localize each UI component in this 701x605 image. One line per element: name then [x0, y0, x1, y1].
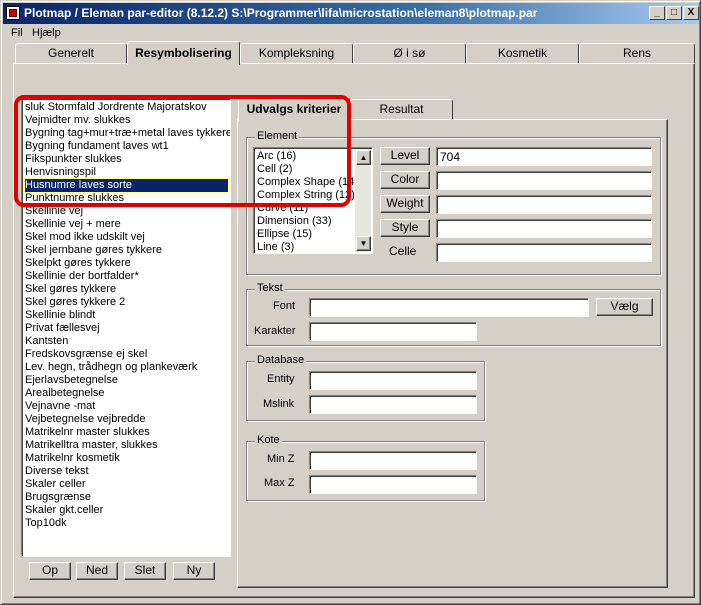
list-item[interactable]: Skel gøres tykkere: [25, 283, 116, 296]
element-group-legend: Element: [255, 130, 300, 142]
up-button[interactable]: Op: [29, 562, 71, 580]
list-item[interactable]: Vejmidter mv. slukkes: [25, 114, 131, 127]
minz-label: Min Z: [267, 453, 295, 465]
element-type-listbox[interactable]: Arc (16) Cell (2) Complex Shape (14 Comp…: [253, 147, 373, 254]
tab-kosmetik[interactable]: Kosmetik: [466, 43, 579, 63]
rules-listbox[interactable]: sluk Stormfald Jordrente Majoratskov Vej…: [21, 98, 231, 557]
menu-hjaelp[interactable]: Hjælp: [32, 27, 61, 39]
new-button[interactable]: Ny: [173, 562, 215, 580]
choose-font-button[interactable]: Vælg: [596, 298, 653, 316]
tab-resymbolisering[interactable]: Resymbolisering: [127, 41, 240, 65]
app-icon: [6, 6, 20, 20]
karakter-label: Karakter: [254, 325, 296, 337]
list-item[interactable]: Bygning fundament laves wt1: [25, 140, 169, 153]
scroll-up-icon[interactable]: ▲: [356, 150, 371, 165]
list-item[interactable]: Skaler gkt.celler: [25, 504, 103, 517]
list-item[interactable]: Line (3): [257, 241, 294, 253]
list-item[interactable]: Henvisningspil: [25, 166, 96, 179]
list-item[interactable]: Skellinie blindt: [25, 309, 95, 322]
title-bar[interactable]: Plotmap / Eleman par-editor (8.12.2) S:\…: [3, 3, 699, 24]
list-item[interactable]: Brugsgrænse: [25, 491, 91, 504]
list-item[interactable]: Skellinie vej: [25, 205, 83, 218]
list-item[interactable]: Ejerlavsbetegnelse: [25, 374, 118, 387]
font-field[interactable]: [309, 298, 589, 317]
close-button[interactable]: X: [683, 6, 699, 20]
menu-bar: Fil Hjælp: [3, 25, 699, 42]
window-title: Plotmap / Eleman par-editor (8.12.2) S:\…: [24, 6, 538, 20]
font-label: Font: [273, 300, 296, 312]
minimize-button[interactable]: _: [649, 6, 665, 20]
list-item[interactable]: Matrikelltra master, slukkes: [25, 439, 158, 452]
list-item[interactable]: Skelpkt gøres tykkere: [25, 257, 131, 270]
tab-generelt[interactable]: Generelt: [15, 43, 127, 63]
list-item[interactable]: Skel mod ikke udskilt vej: [25, 231, 145, 244]
list-item[interactable]: Skel gøres tykkere 2: [25, 296, 125, 309]
list-item[interactable]: sluk Stormfald Jordrente Majoratskov: [25, 101, 207, 114]
entity-field[interactable]: [309, 371, 477, 390]
list-item[interactable]: Kantsten: [25, 335, 68, 348]
list-item[interactable]: Bygning tag+mur+træ+metal laves tykkere: [25, 127, 230, 140]
subtab-udvalgs-kriterier[interactable]: Udvalgs kriterier: [238, 97, 350, 121]
list-item[interactable]: Skellinie vej + mere: [25, 218, 121, 231]
list-item[interactable]: Skel jernbane gøres tykkere: [25, 244, 162, 257]
list-item[interactable]: Matrikelnr kosmetik: [25, 452, 120, 465]
list-item[interactable]: Complex Shape (14: [257, 176, 354, 188]
tab-rens[interactable]: Rens: [579, 43, 695, 63]
list-item[interactable]: Diverse tekst: [25, 465, 89, 478]
color-button[interactable]: Color: [380, 171, 430, 189]
tab-oe-i-soe[interactable]: Ø i sø: [353, 43, 466, 63]
tab-kompleksning[interactable]: Kompleksning: [240, 43, 353, 63]
color-field[interactable]: [436, 171, 652, 190]
list-item-selected[interactable]: Husnumre laves sorte: [24, 178, 229, 193]
down-button[interactable]: Ned: [76, 562, 118, 580]
celle-label: Celle: [389, 244, 417, 258]
maxz-label: Max Z: [264, 477, 295, 489]
weight-field[interactable]: [436, 195, 652, 214]
list-item[interactable]: Skellinie der bortfalder*: [25, 270, 139, 283]
list-item[interactable]: Privat fællesvej: [25, 322, 100, 335]
list-item[interactable]: Dimension (33): [257, 215, 332, 227]
weight-button[interactable]: Weight: [380, 195, 430, 213]
tekst-group-legend: Tekst: [255, 282, 285, 294]
scroll-down-icon[interactable]: ▼: [356, 236, 371, 251]
list-item[interactable]: Arealbetegnelse: [25, 387, 105, 400]
maximize-button[interactable]: □: [666, 6, 682, 20]
style-field[interactable]: [436, 219, 652, 238]
level-button[interactable]: Level: [380, 147, 430, 165]
list-item[interactable]: Arc (16): [257, 150, 296, 162]
list-item[interactable]: Punktnumre slukkes: [25, 192, 124, 205]
mslink-label: Mslink: [263, 398, 295, 410]
kote-group-legend: Kote: [255, 434, 282, 446]
list-item[interactable]: Complex String (12): [257, 189, 355, 201]
list-item[interactable]: Matrikelnr master slukkes: [25, 426, 150, 439]
list-item[interactable]: Lev. hegn, trådhegn og plankeværk: [25, 361, 197, 374]
celle-field[interactable]: [436, 243, 652, 262]
level-field[interactable]: 704: [436, 147, 652, 166]
menu-fil[interactable]: Fil: [11, 27, 23, 39]
list-item[interactable]: Curve (11): [257, 202, 308, 214]
list-item[interactable]: Skaler celler: [25, 478, 86, 491]
list-item[interactable]: Fredskovsgrænse ej skel: [25, 348, 147, 361]
karakter-field[interactable]: [309, 322, 477, 341]
style-button[interactable]: Style: [380, 219, 430, 237]
minz-field[interactable]: [309, 451, 477, 470]
list-item[interactable]: Cell (2): [257, 163, 292, 175]
list-item[interactable]: Top10dk: [25, 517, 67, 530]
maxz-field[interactable]: [309, 475, 477, 494]
main-window: Plotmap / Eleman par-editor (8.12.2) S:\…: [0, 0, 701, 605]
delete-button[interactable]: Slet: [124, 562, 166, 580]
list-item[interactable]: Ellipse (15): [257, 228, 312, 240]
list-item[interactable]: Vejbetegnelse vejbredde: [25, 413, 145, 426]
list-item[interactable]: Vejnavne -mat: [25, 400, 95, 413]
database-group-legend: Database: [255, 354, 307, 366]
entity-label: Entity: [267, 373, 295, 385]
list-item[interactable]: Fikspunkter slukkes: [25, 153, 122, 166]
subtab-resultat[interactable]: Resultat: [350, 99, 453, 119]
mslink-field[interactable]: [309, 395, 477, 414]
